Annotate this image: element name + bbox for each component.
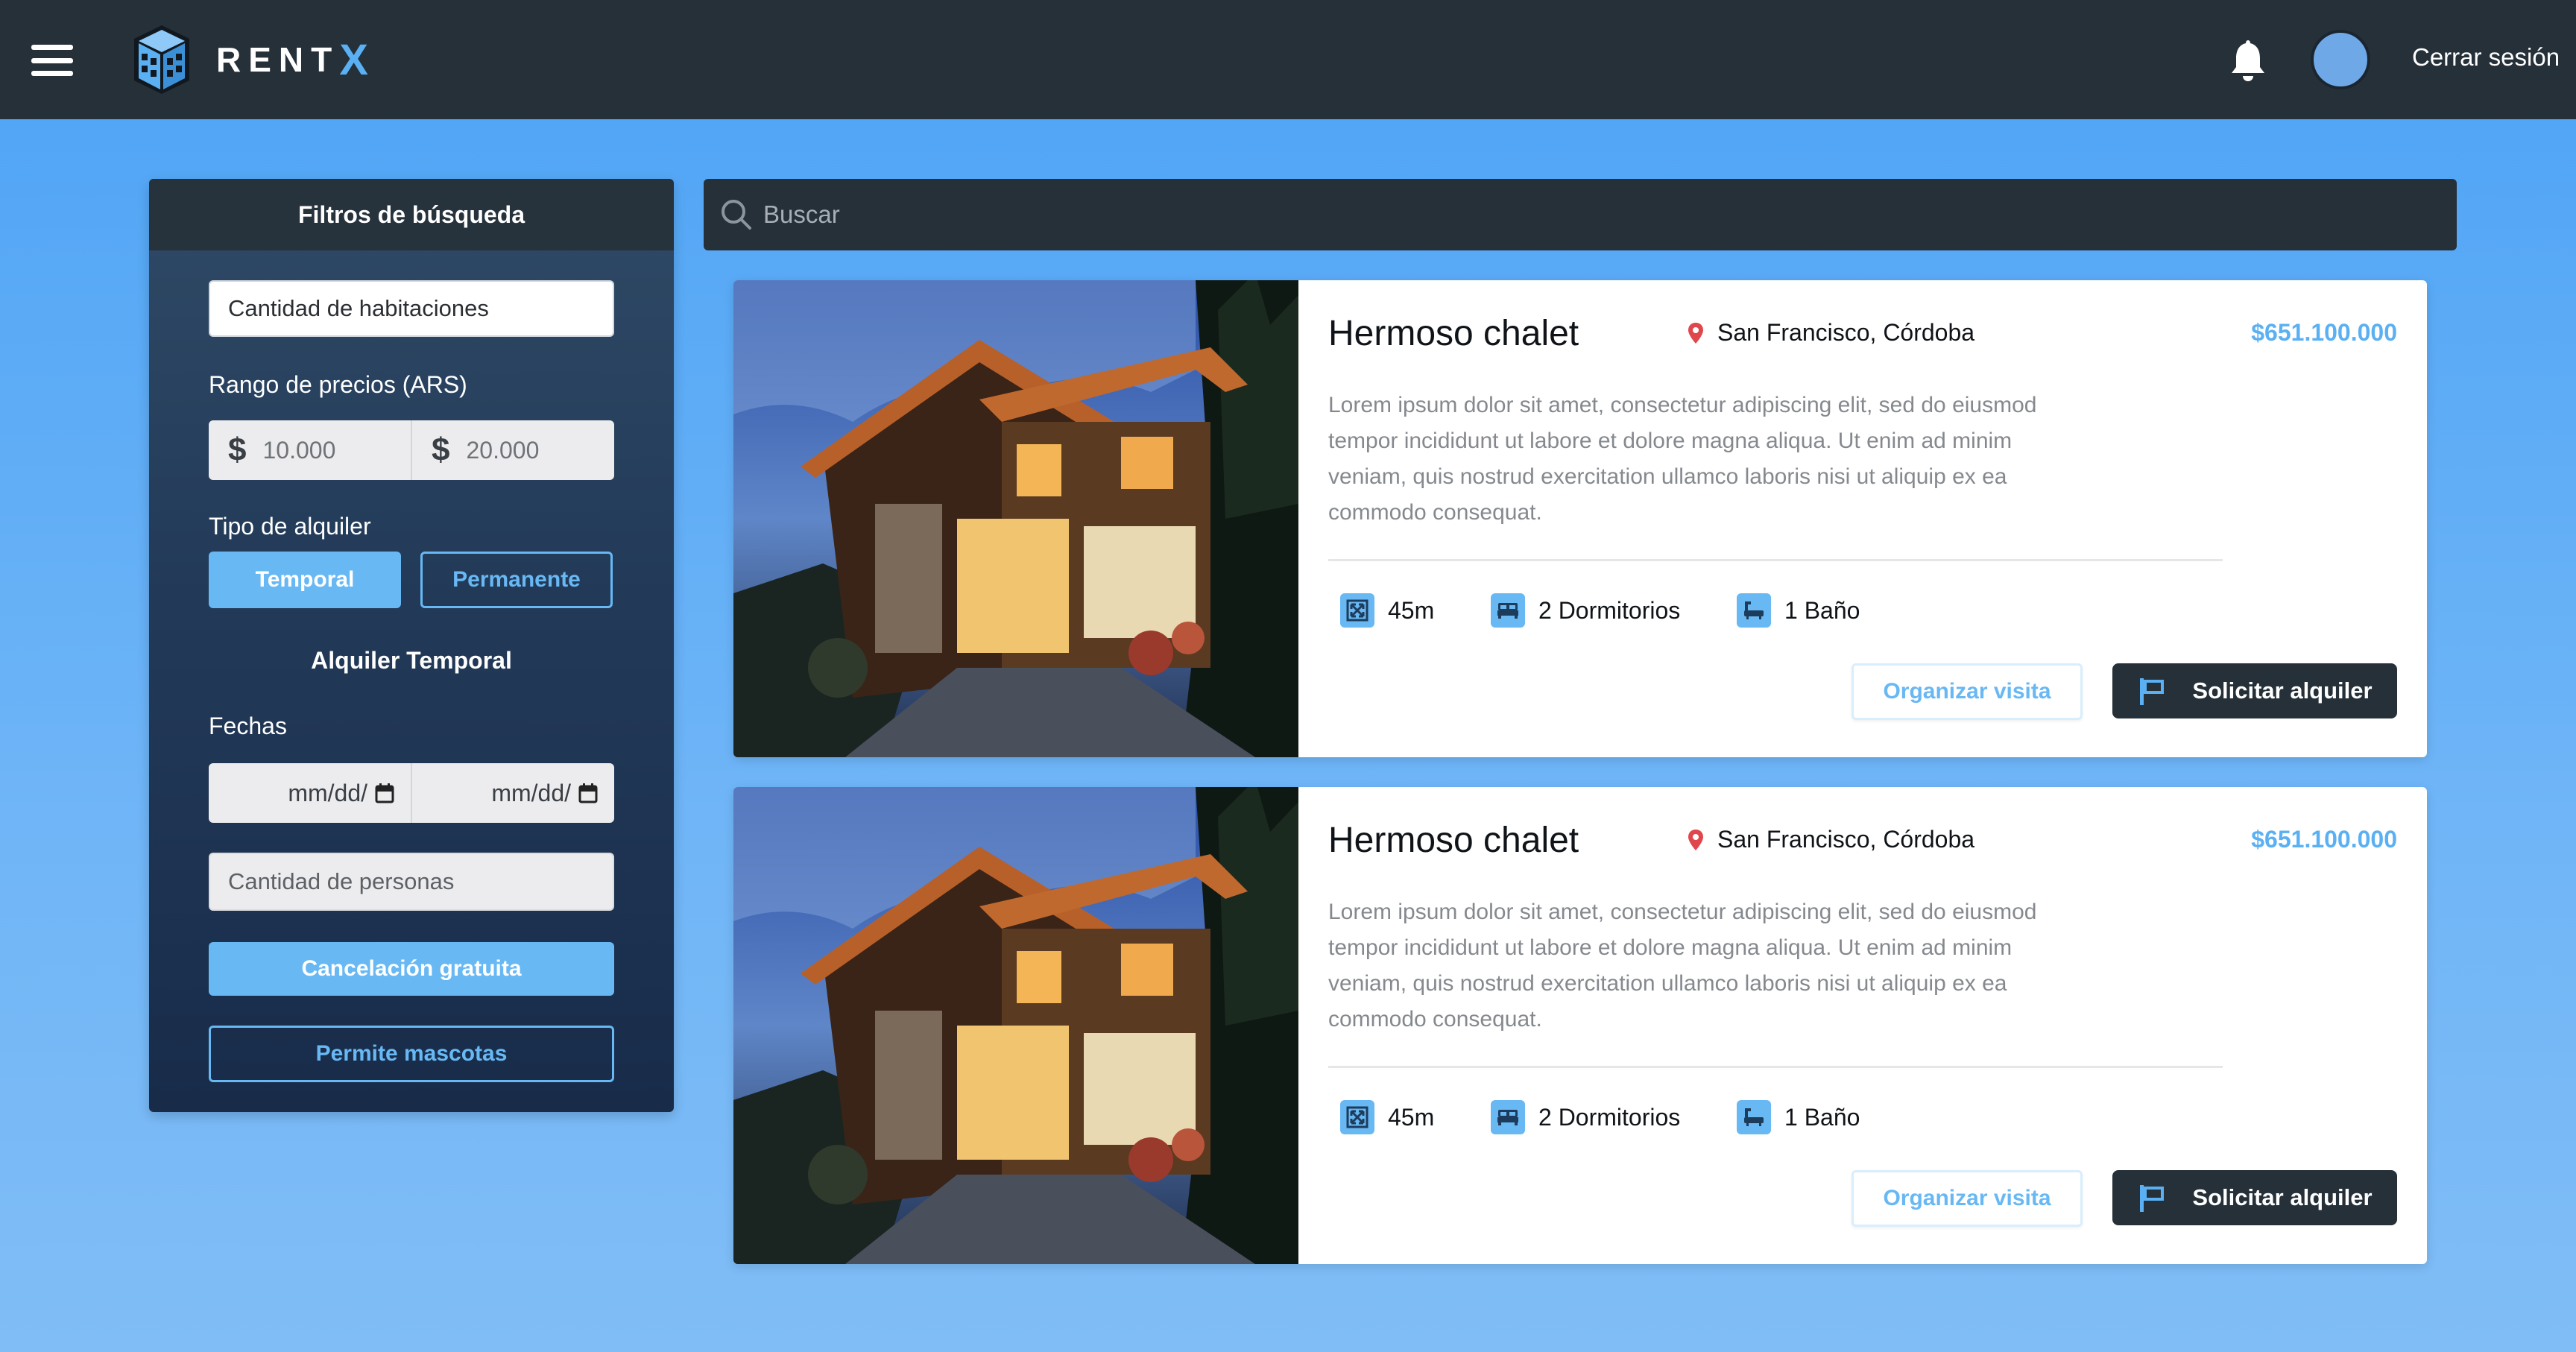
price-range-label: Rango de precios (ARS) — [209, 371, 467, 398]
feature-area: 45m — [1340, 1100, 1434, 1134]
search-bar — [704, 179, 2457, 250]
expand-icon — [1340, 593, 1374, 628]
feature-area: 45m — [1340, 593, 1434, 628]
feature-bathrooms: 1 Baño — [1737, 593, 1860, 628]
feature-bedrooms: 2 Dormitorios — [1491, 593, 1680, 628]
listing-title[interactable]: Hermoso chalet — [1328, 313, 1579, 354]
listing-title[interactable]: Hermoso chalet — [1328, 820, 1579, 861]
price-max-value: 20.000 — [466, 436, 540, 464]
dollar-icon: $ — [228, 432, 247, 468]
people-count-input[interactable]: Cantidad de personas — [209, 853, 614, 911]
feature-bathrooms: 1 Baño — [1737, 1100, 1860, 1134]
bathtub-icon — [1737, 593, 1771, 628]
dollar-icon: $ — [432, 432, 450, 468]
bedrooms-value: 2 Dormitorios — [1538, 1103, 1681, 1131]
schedule-visit-button[interactable]: Organizar visita — [1852, 663, 2083, 720]
bathtub-icon — [1737, 1100, 1771, 1134]
location-text: San Francisco, Córdoba — [1717, 319, 1975, 346]
price-range-inputs: $ 10.000 $ 20.000 — [209, 420, 614, 480]
listing-card: Hermoso chalet San Francisco, Córdoba $6… — [733, 280, 2427, 757]
listing-price: $651.100.000 — [2251, 319, 2397, 346]
search-filters-panel: Filtros de búsqueda Cantidad de habitaci… — [149, 179, 674, 1112]
brand-name: RENT — [216, 40, 340, 79]
search-input[interactable] — [763, 194, 2433, 236]
listing-description: Lorem ipsum dolor sit amet, consectetur … — [1328, 393, 2037, 525]
calendar-icon[interactable] — [375, 783, 394, 803]
listing-description: Lorem ipsum dolor sit amet, consectetur … — [1328, 900, 2037, 1032]
top-navbar: RENT X Cerrar sesión — [0, 0, 2576, 119]
search-icon — [722, 200, 751, 230]
property-photo[interactable] — [733, 787, 1298, 1264]
bed-icon — [1491, 1100, 1525, 1134]
location-pin-icon — [1688, 322, 1703, 344]
listing-card: Hermoso chalet San Francisco, Córdoba $6… — [733, 787, 2427, 1264]
date-range-inputs: mm/dd/ mm/dd/ — [209, 763, 614, 823]
building-logo-icon[interactable] — [131, 22, 192, 97]
request-rental-button[interactable]: Solicitar alquiler — [2112, 663, 2397, 718]
avatar[interactable] — [2311, 30, 2370, 89]
temporal-section-title: Alquiler Temporal — [311, 647, 512, 674]
bed-icon — [1491, 593, 1525, 628]
divider — [1328, 559, 2223, 561]
price-min-input[interactable]: $ 10.000 — [209, 420, 411, 480]
location-text: San Francisco, Córdoba — [1717, 826, 1975, 853]
property-photo[interactable] — [733, 280, 1298, 757]
schedule-visit-button[interactable]: Organizar visita — [1852, 1170, 2083, 1227]
bell-icon[interactable] — [2227, 37, 2269, 82]
listing-location: San Francisco, Córdoba — [1688, 319, 1974, 347]
allows-pets-button[interactable]: Permite mascotas — [209, 1026, 614, 1082]
price-min-value: 10.000 — [262, 436, 336, 464]
flag-icon — [2140, 1185, 2165, 1212]
feature-bedrooms: 2 Dormitorios — [1491, 1100, 1680, 1134]
dates-label: Fechas — [209, 713, 287, 739]
price-max-input[interactable]: $ 20.000 — [411, 420, 614, 480]
rental-type-permanente-button[interactable]: Permanente — [420, 552, 613, 608]
location-pin-icon — [1688, 829, 1703, 850]
rental-type-label: Tipo de alquiler — [209, 513, 371, 540]
bathrooms-value: 1 Baño — [1784, 1103, 1860, 1131]
request-rental-label: Solicitar alquiler — [2192, 1184, 2373, 1210]
free-cancellation-button[interactable]: Cancelación gratuita — [209, 942, 614, 996]
logout-link[interactable]: Cerrar sesión — [2412, 43, 2560, 76]
request-rental-button[interactable]: Solicitar alquiler — [2112, 1170, 2397, 1225]
expand-icon — [1340, 1100, 1374, 1134]
date-end-input[interactable]: mm/dd/ — [411, 763, 614, 823]
listing-location: San Francisco, Córdoba — [1688, 826, 1974, 853]
date-end-value: mm/dd/ — [491, 779, 571, 806]
brand-logo[interactable]: RENT X — [216, 33, 368, 86]
rental-type-temporal-button[interactable]: Temporal — [209, 552, 401, 608]
filters-title: Filtros de búsqueda — [149, 179, 674, 250]
bathrooms-value: 1 Baño — [1784, 596, 1860, 624]
listing-price: $651.100.000 — [2251, 826, 2397, 853]
area-value: 45m — [1388, 1103, 1435, 1131]
rooms-count-input[interactable]: Cantidad de habitaciones — [209, 280, 614, 337]
divider — [1328, 1066, 2223, 1068]
date-start-input[interactable]: mm/dd/ — [209, 763, 411, 823]
request-rental-label: Solicitar alquiler — [2192, 677, 2373, 704]
date-start-value: mm/dd/ — [288, 779, 367, 806]
bedrooms-value: 2 Dormitorios — [1538, 596, 1681, 624]
area-value: 45m — [1388, 596, 1435, 624]
calendar-icon[interactable] — [578, 783, 598, 803]
flag-icon — [2140, 678, 2165, 705]
brand-accent: X — [339, 35, 368, 84]
menu-icon[interactable] — [31, 45, 73, 76]
